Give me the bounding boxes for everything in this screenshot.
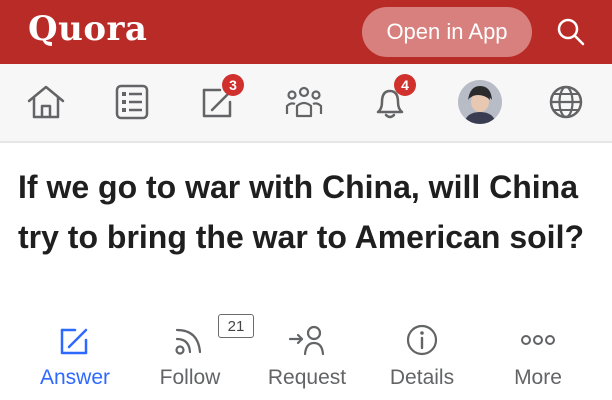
- request-label: Request: [267, 366, 347, 389]
- nav-spaces[interactable]: [276, 76, 332, 128]
- notifications-badge: 4: [394, 74, 416, 96]
- request-button[interactable]: Request: [247, 318, 367, 398]
- details-button[interactable]: Details: [362, 318, 482, 398]
- answer-button[interactable]: Answer: [15, 318, 135, 398]
- open-in-app-button[interactable]: Open in App: [362, 7, 532, 57]
- spaces-icon: [285, 86, 323, 118]
- nav-answers[interactable]: [104, 76, 160, 128]
- question-actions: Answer 21 Follow Request Details More: [0, 314, 612, 400]
- more-dots-icon: [521, 335, 555, 345]
- follow-label: Follow: [159, 366, 221, 389]
- nav-languages[interactable]: [538, 76, 594, 128]
- nav-bar: 3 4: [0, 64, 612, 143]
- avatar: [458, 80, 502, 124]
- request-user-icon: [288, 325, 325, 356]
- pencil-icon: [60, 328, 88, 355]
- search-icon: [557, 18, 585, 46]
- more-button[interactable]: More: [478, 318, 598, 398]
- nav-home[interactable]: [18, 76, 74, 128]
- nav-notifications[interactable]: 4: [362, 74, 418, 128]
- more-label: More: [514, 366, 562, 389]
- answers-list-icon: [115, 84, 149, 120]
- follow-rss-icon: [175, 328, 202, 355]
- nav-profile[interactable]: [452, 76, 508, 128]
- quora-logo[interactable]: Quora: [28, 9, 147, 49]
- home-icon: [27, 85, 65, 119]
- question-title[interactable]: If we go to war with China, will China t…: [18, 162, 598, 262]
- follow-button[interactable]: 21 Follow: [130, 314, 254, 398]
- top-bar: Quora Open in App: [0, 0, 612, 64]
- globe-icon: [549, 85, 583, 119]
- search-button[interactable]: [551, 12, 591, 52]
- details-label: Details: [389, 366, 455, 389]
- nav-write[interactable]: 3: [190, 74, 246, 128]
- info-icon: [406, 324, 438, 356]
- write-badge: 3: [222, 74, 244, 96]
- answer-label: Answer: [39, 366, 111, 389]
